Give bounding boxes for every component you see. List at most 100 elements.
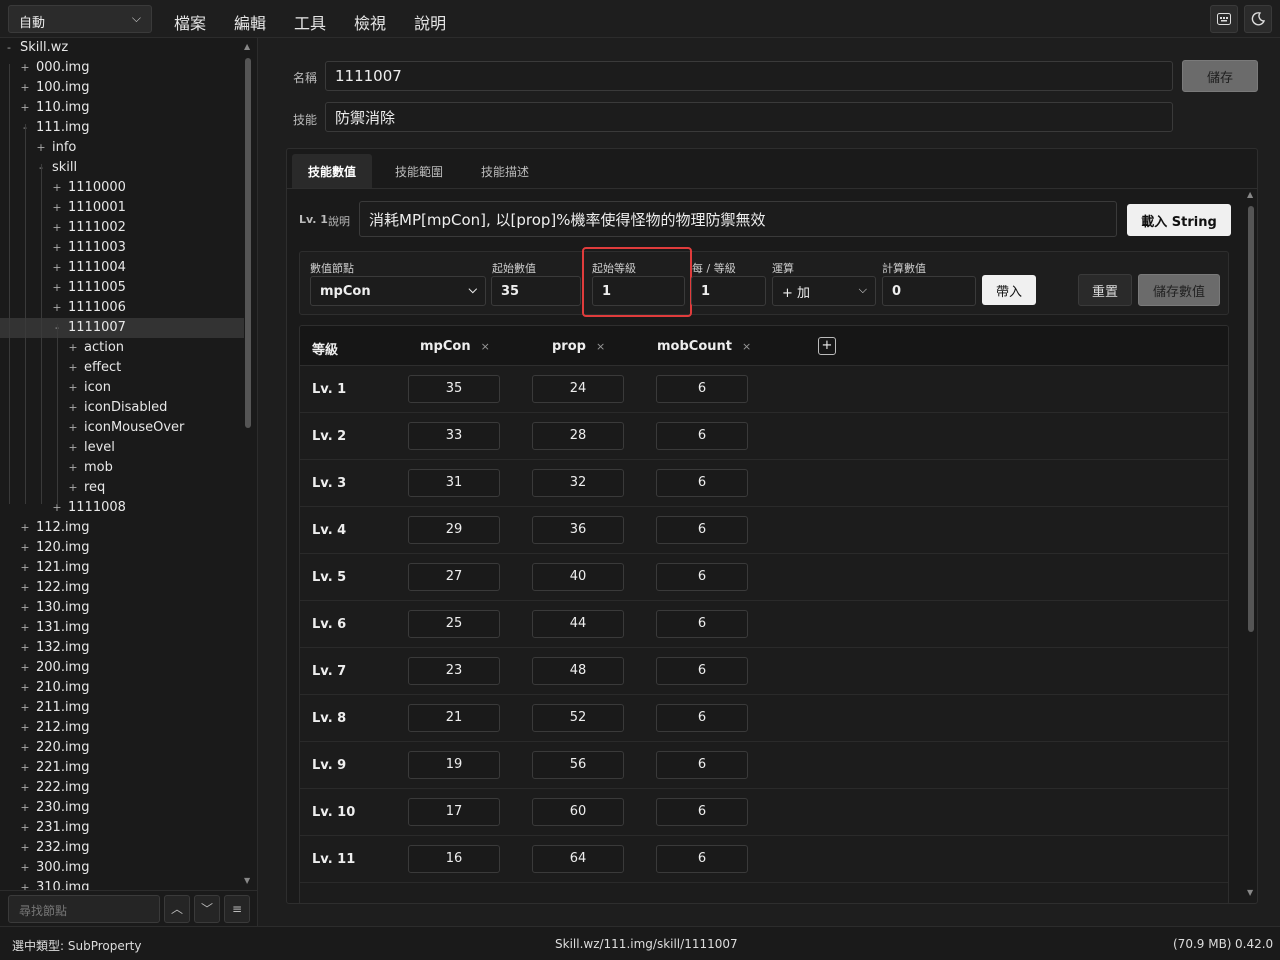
tree-node[interactable]: +310.img bbox=[0, 878, 244, 890]
value-cell[interactable]: 27 bbox=[408, 563, 500, 591]
reset-button[interactable]: 重置 bbox=[1078, 274, 1132, 306]
value-cell[interactable]: 6 bbox=[656, 704, 748, 732]
tree-node[interactable]: +1111003 bbox=[0, 238, 244, 258]
tree-node[interactable]: + action bbox=[0, 338, 244, 358]
value-cell[interactable]: 6 bbox=[656, 516, 748, 544]
collapse-icon[interactable]: - bbox=[4, 38, 14, 58]
expand-icon[interactable]: + bbox=[68, 398, 78, 418]
value-cell[interactable]: 64 bbox=[532, 845, 624, 873]
expand-icon[interactable]: + bbox=[20, 758, 30, 778]
sidebar-scroll-thumb[interactable] bbox=[245, 58, 251, 428]
menu-edit[interactable]: 編輯 bbox=[220, 0, 280, 38]
tree-node[interactable]: +220.img bbox=[0, 738, 244, 758]
tree-node[interactable]: -skill bbox=[0, 158, 244, 178]
value-cell[interactable]: 21 bbox=[408, 704, 500, 732]
tree-node[interactable]: +130.img bbox=[0, 598, 244, 618]
tree-node[interactable]: +211.img bbox=[0, 698, 244, 718]
tree-node[interactable]: +300.img bbox=[0, 858, 244, 878]
tree-node[interactable]: +210.img bbox=[0, 678, 244, 698]
expand-icon[interactable]: + bbox=[20, 578, 30, 598]
moon-icon[interactable] bbox=[1244, 5, 1272, 33]
expand-icon[interactable]: + bbox=[20, 798, 30, 818]
sidebar-scrollbar[interactable]: ▲ ▼ bbox=[244, 42, 252, 885]
tree-node[interactable]: -111.img bbox=[0, 118, 244, 138]
value-cell[interactable]: 6 bbox=[656, 469, 748, 497]
expand-icon[interactable]: + bbox=[68, 458, 78, 478]
tree-node[interactable]: +222.img bbox=[0, 778, 244, 798]
tree-node[interactable]: +1111006 bbox=[0, 298, 244, 318]
tree-node[interactable]: - Skill.wz bbox=[0, 38, 244, 58]
description-field[interactable]: 消耗MP[mpCon], 以[prop]%機率使得怪物的物理防禦無效 bbox=[359, 201, 1117, 237]
value-cell[interactable]: 28 bbox=[532, 422, 624, 450]
value-cell[interactable]: 29 bbox=[408, 516, 500, 544]
value-cell[interactable]: 19 bbox=[408, 751, 500, 779]
expand-icon[interactable]: + bbox=[52, 298, 62, 318]
tree-node[interactable]: + info bbox=[0, 138, 244, 158]
value-cell[interactable]: 6 bbox=[656, 751, 748, 779]
expand-icon[interactable]: + bbox=[52, 278, 62, 298]
tree-node[interactable]: +212.img bbox=[0, 718, 244, 738]
tree-node[interactable]: +000.img bbox=[0, 58, 244, 78]
keyboard-icon[interactable] bbox=[1210, 5, 1238, 33]
main-scroll-thumb[interactable] bbox=[1248, 206, 1254, 632]
expand-icon[interactable]: + bbox=[20, 558, 30, 578]
value-cell[interactable]: 6 bbox=[656, 422, 748, 450]
expand-icon[interactable]: + bbox=[20, 778, 30, 798]
value-cell[interactable]: 60 bbox=[532, 798, 624, 826]
value-cell[interactable]: 33 bbox=[408, 422, 500, 450]
expand-icon[interactable]: + bbox=[20, 598, 30, 618]
tree-node[interactable]: +110.img bbox=[0, 98, 244, 118]
value-cell[interactable]: 24 bbox=[532, 375, 624, 403]
expand-icon[interactable]: + bbox=[20, 678, 30, 698]
skill-name-field[interactable]: 防禦消除 bbox=[325, 102, 1173, 132]
value-cell[interactable]: 6 bbox=[656, 657, 748, 685]
expand-icon[interactable]: + bbox=[20, 518, 30, 538]
tree-node[interactable]: +1111002 bbox=[0, 218, 244, 238]
menu-file[interactable]: 檔案 bbox=[160, 0, 220, 38]
remove-column-icon[interactable]: × bbox=[742, 340, 751, 353]
value-cell[interactable]: 17 bbox=[408, 798, 500, 826]
expand-icon[interactable]: + bbox=[68, 378, 78, 398]
value-cell[interactable]: 6 bbox=[656, 563, 748, 591]
tree-node[interactable]: +1111008 bbox=[0, 498, 244, 518]
node-select[interactable]: mpCon ⌵ bbox=[310, 276, 486, 306]
mode-select[interactable]: 自動 ⌵ bbox=[8, 5, 152, 33]
expand-icon[interactable]: + bbox=[68, 358, 78, 378]
tree-node[interactable]: + iconMouseOver bbox=[0, 418, 244, 438]
value-cell[interactable]: 6 bbox=[656, 845, 748, 873]
scroll-up-icon[interactable]: ▲ bbox=[1247, 190, 1253, 199]
start-value-input[interactable]: 35 bbox=[491, 276, 581, 306]
per-level-input[interactable]: 1 bbox=[691, 276, 766, 306]
value-cell[interactable]: 23 bbox=[408, 657, 500, 685]
expand-icon[interactable]: + bbox=[52, 218, 62, 238]
tree-node[interactable]: + effect bbox=[0, 358, 244, 378]
tree-node[interactable]: +221.img bbox=[0, 758, 244, 778]
tree-node[interactable]: +1110000 bbox=[0, 178, 244, 198]
tree-node[interactable]: + icon bbox=[0, 378, 244, 398]
add-column-button[interactable]: + bbox=[818, 337, 836, 355]
search-next-button[interactable]: ﹀ bbox=[194, 895, 220, 923]
value-cell[interactable]: 36 bbox=[532, 516, 624, 544]
tree-menu-button[interactable]: ≡ bbox=[224, 895, 250, 923]
remove-column-icon[interactable]: × bbox=[596, 340, 605, 353]
menu-tools[interactable]: 工具 bbox=[280, 0, 340, 38]
tab-skill-values[interactable]: 技能數值 bbox=[292, 154, 373, 188]
value-cell[interactable]: 56 bbox=[532, 751, 624, 779]
tree-node[interactable]: +1110001 bbox=[0, 198, 244, 218]
tree-node[interactable]: +1111005 bbox=[0, 278, 244, 298]
expand-icon[interactable]: + bbox=[20, 838, 30, 858]
expand-icon[interactable]: + bbox=[68, 338, 78, 358]
expand-icon[interactable]: + bbox=[20, 818, 30, 838]
save-button[interactable]: 儲存 bbox=[1182, 60, 1258, 92]
expand-icon[interactable]: + bbox=[20, 738, 30, 758]
expand-icon[interactable]: + bbox=[20, 78, 30, 98]
tree-node[interactable]: +200.img bbox=[0, 658, 244, 678]
value-cell[interactable]: 32 bbox=[532, 469, 624, 497]
tree-node[interactable]: +132.img bbox=[0, 638, 244, 658]
value-cell[interactable]: 16 bbox=[408, 845, 500, 873]
expand-icon[interactable]: + bbox=[20, 878, 30, 890]
main-scrollbar[interactable]: ▲ ▼ bbox=[1246, 190, 1256, 897]
expand-icon[interactable]: + bbox=[20, 858, 30, 878]
value-cell[interactable]: 48 bbox=[532, 657, 624, 685]
expand-icon[interactable]: + bbox=[52, 238, 62, 258]
